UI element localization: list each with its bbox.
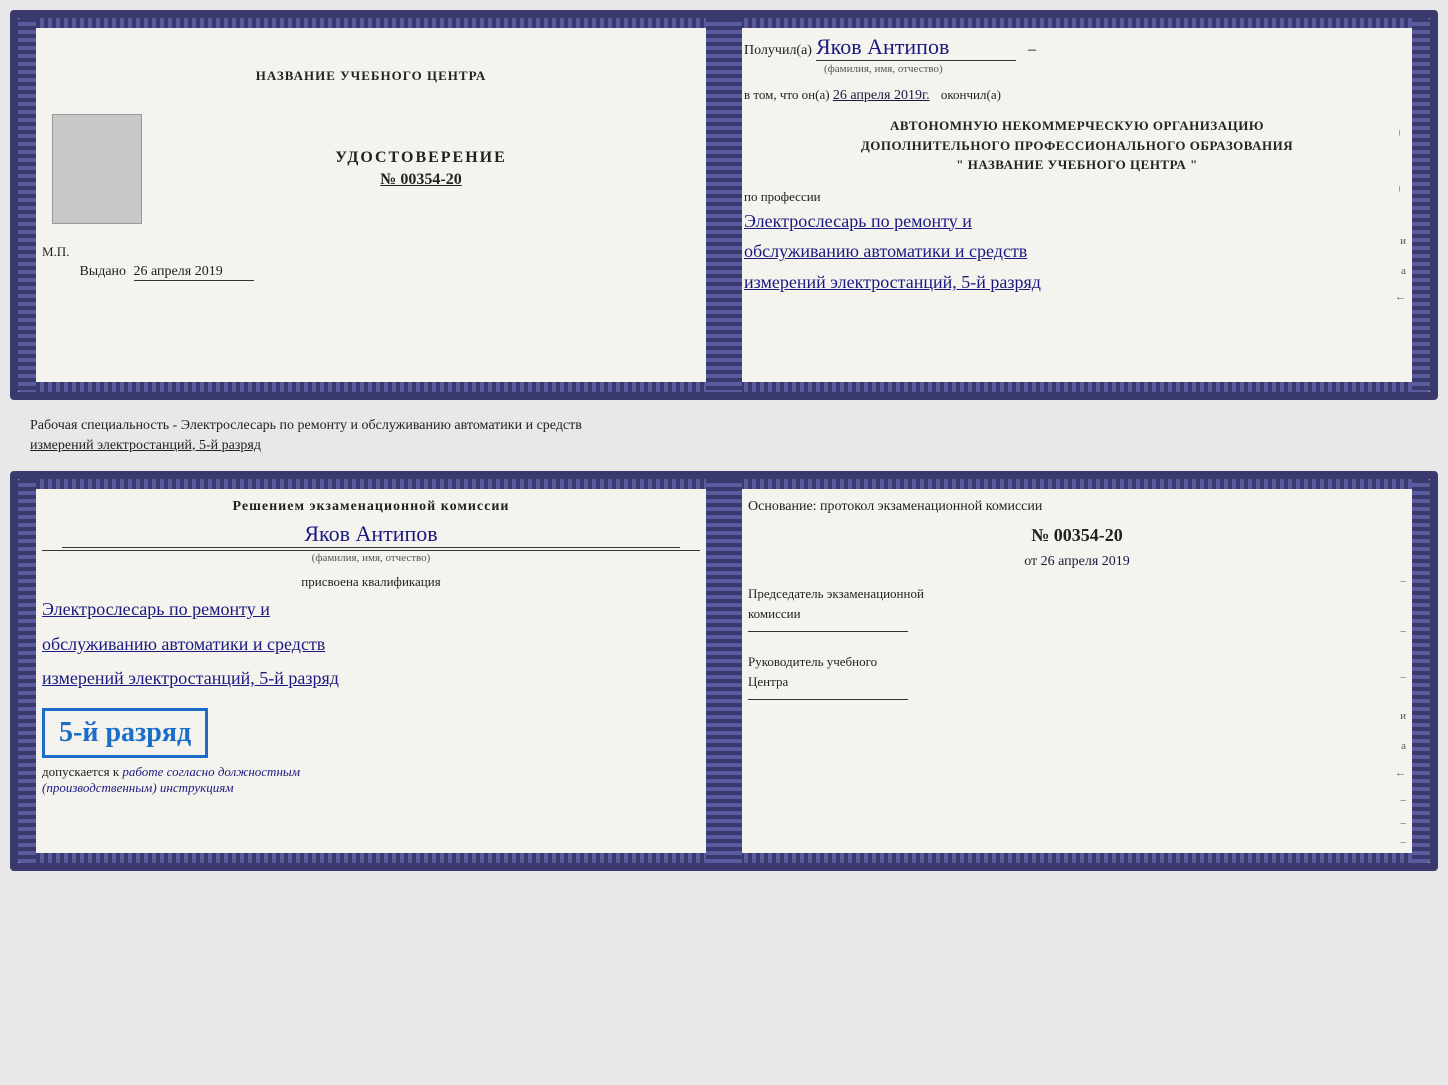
chairman-signature-line (748, 631, 908, 632)
protocol-date: 26 апреля 2019 (1041, 554, 1130, 569)
side-text-1: – (1394, 130, 1406, 136)
certificate-left-panel: НАЗВАНИЕ УЧЕБНОГО ЦЕНТРА УДОСТОВЕРЕНИЕ №… (18, 18, 724, 392)
certified-date: 26 апреля 2019г. (833, 88, 930, 103)
profession-label: по профессии (744, 189, 1410, 205)
profession-line2: обслуживанию автоматики и средств (744, 237, 1410, 266)
allowed-text: допускается к работе согласно должностны… (42, 764, 700, 796)
protocol-date-line: от 26 апреля 2019 (748, 554, 1406, 570)
middle-info-text: Рабочая специальность - Электрослесарь п… (10, 408, 1438, 463)
assigned-text: присвоена квалификация (42, 574, 700, 590)
finished-label: окончил(а) (941, 87, 1001, 102)
allowed-label: допускается к (42, 764, 119, 779)
side-text-2: – (1394, 186, 1406, 192)
side-text-4: а (1401, 265, 1406, 277)
bottom-header: Решением экзаменационной комиссии (42, 499, 700, 515)
issued-date: 26 апреля 2019 (134, 264, 254, 281)
profession-section: по профессии Электрослесарь по ремонту и… (744, 189, 1410, 297)
bottom-profession-1: Электрослесарь по ремонту и (42, 594, 700, 625)
recipient-label: Получил(а) (744, 43, 812, 58)
manager-signature-block: Руководитель учебного Центра (748, 652, 1406, 700)
date-prefix: от (1024, 554, 1037, 569)
bottom-certificate: Решением экзаменационной комиссии Яков А… (10, 471, 1438, 871)
bottom-name: Яков Антипов (62, 521, 680, 547)
certified-row: в том, что он(а) 26 апреля 2019г. окончи… (744, 87, 1410, 104)
bottom-name-row: Яков Антипов (62, 521, 680, 548)
side-text-arrow: ← (1395, 767, 1406, 779)
cert-title: УДОСТОВЕРЕНИЕ (335, 149, 507, 167)
chairman-title-line2: комиссии (748, 606, 801, 621)
mp-label: М.П. (42, 244, 69, 260)
middle-text-line1: Рабочая специальность - Электрослесарь п… (30, 418, 582, 433)
bottom-right-panel: Основание: протокол экзаменационной коми… (724, 479, 1430, 863)
side-text-3: и (1400, 235, 1406, 247)
profession-line1: Электрослесарь по ремонту и (744, 207, 1410, 236)
side-dash-4: – (1401, 794, 1407, 806)
manager-signature-line (748, 699, 908, 700)
side-text-5: ← (1395, 291, 1406, 303)
certified-text: в том, что он(а) (744, 87, 830, 102)
recipient-row: Получил(а) Яков Антипов – (фамилия, имя,… (744, 34, 1410, 75)
recipient-name: Яков Антипов (816, 34, 1016, 61)
allowed-handwritten-1: работе согласно должностным (122, 764, 300, 779)
dash-decor: – (1028, 41, 1036, 58)
bottom-fio-label: (фамилия, имя, отчество) (42, 550, 700, 564)
org-line2: ДОПОЛНИТЕЛЬНОГО ПРОФЕССИОНАЛЬНОГО ОБРАЗО… (744, 136, 1410, 156)
school-name-top: НАЗВАНИЕ УЧЕБНОГО ЦЕНТРА (256, 68, 487, 84)
org-line3: " НАЗВАНИЕ УЧЕБНОГО ЦЕНТРА " (744, 155, 1410, 175)
left-bottom-row: М.П. Выдано 26 апреля 2019 (42, 234, 700, 281)
basis-header: Основание: протокол экзаменационной коми… (748, 499, 1406, 515)
org-line1: АВТОНОМНУЮ НЕКОММЕРЧЕСКУЮ ОРГАНИЗАЦИЮ (744, 116, 1410, 136)
side-dash-6: – (1401, 836, 1407, 848)
manager-title-line2: Центра (748, 674, 788, 689)
top-certificate: НАЗВАНИЕ УЧЕБНОГО ЦЕНТРА УДОСТОВЕРЕНИЕ №… (10, 10, 1438, 400)
side-dash-5: – (1401, 817, 1407, 829)
bottom-profession-3: измерений электростанций, 5-й разряд (42, 663, 700, 694)
rank-badge: 5-й разряд (42, 708, 208, 758)
side-dash-2: – (1401, 625, 1407, 637)
allowed-handwritten-2: (производственным) инструкциям (42, 780, 234, 795)
cert-title-block: УДОСТОВЕРЕНИЕ № 00354-20 (335, 149, 507, 189)
manager-title-line1: Руководитель учебного (748, 654, 877, 669)
bottom-profession-2: обслуживанию автоматики и средств (42, 629, 700, 660)
middle-text-line2: измерений электростанций, 5-й разряд (30, 438, 261, 453)
org-block: АВТОНОМНУЮ НЕКОММЕРЧЕСКУЮ ОРГАНИЗАЦИЮ ДО… (744, 116, 1410, 175)
manager-title: Руководитель учебного Центра (748, 652, 1406, 691)
side-dash-1: – (1401, 575, 1407, 587)
cert-number: № 00354-20 (335, 171, 507, 189)
issued-label: Выдано (79, 264, 126, 279)
photo-placeholder (52, 114, 142, 224)
protocol-number: № 00354-20 (748, 525, 1406, 546)
chairman-title-line1: Председатель экзаменационной (748, 586, 924, 601)
chairman-title: Председатель экзаменационной комиссии (748, 584, 1406, 623)
side-text-и: и (1400, 710, 1406, 722)
issued-line: Выдано 26 апреля 2019 (69, 264, 700, 281)
certificate-right-panel: Получил(а) Яков Антипов – (фамилия, имя,… (724, 18, 1430, 392)
side-text-а: а (1401, 740, 1406, 752)
chairman-signature-block: Председатель экзаменационной комиссии (748, 584, 1406, 632)
left-content: НАЗВАНИЕ УЧЕБНОГО ЦЕНТРА УДОСТОВЕРЕНИЕ №… (42, 38, 700, 281)
profession-line3: измерений электростанций, 5-й разряд (744, 268, 1410, 297)
bottom-left-panel: Решением экзаменационной комиссии Яков А… (18, 479, 724, 863)
fio-label-top: (фамилия, имя, отчество) (824, 63, 1410, 75)
side-dash-3: – (1401, 671, 1407, 683)
rank-badge-container: 5-й разряд (42, 702, 700, 758)
